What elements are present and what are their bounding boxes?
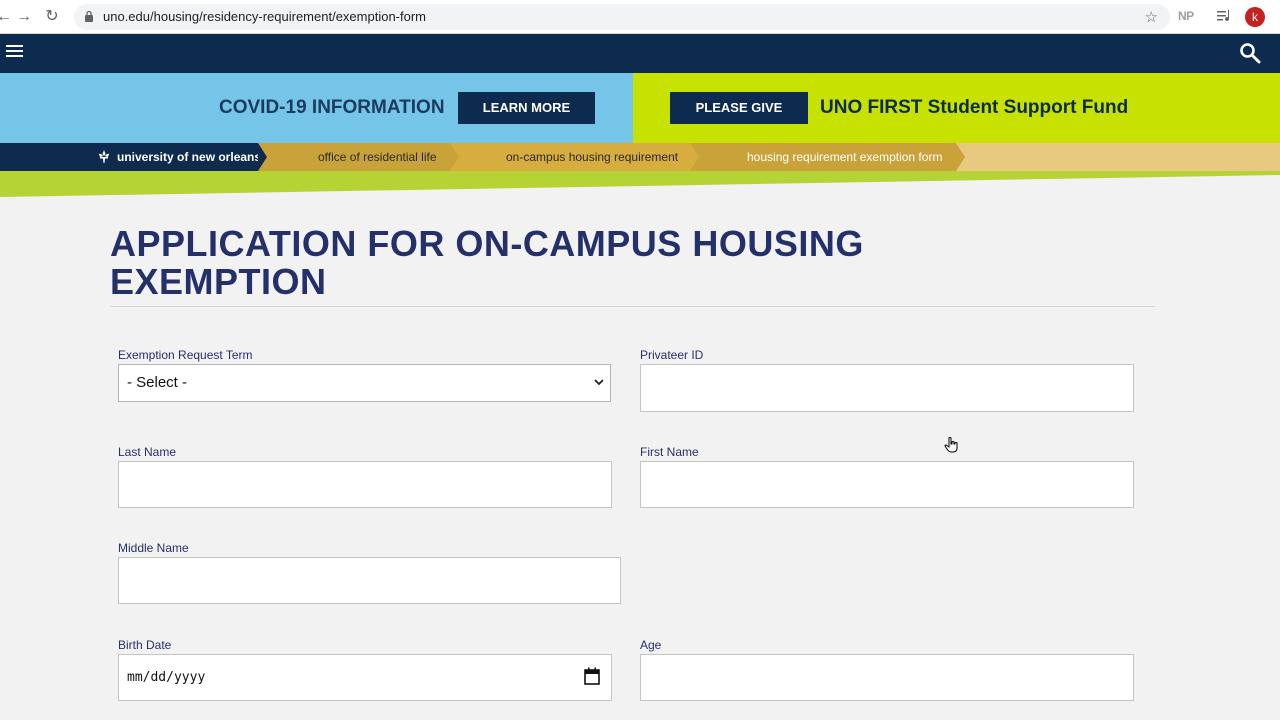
hamburger-icon[interactable] (6, 45, 23, 59)
breadcrumb-separator (956, 143, 965, 171)
page-title: APPLICATION FOR ON-CAMPUS HOUSING EXEMPT… (110, 223, 864, 302)
age-input[interactable] (640, 654, 1134, 701)
address-bar[interactable]: uno.edu/housing/residency-requirement/ex… (74, 4, 1170, 30)
age-label: Age (640, 638, 662, 652)
birth-date-label: Birth Date (118, 638, 172, 652)
title-divider (110, 306, 1155, 307)
fleur-de-lis-icon (99, 150, 109, 163)
site-header (0, 34, 1280, 73)
last-name-label: Last Name (118, 445, 177, 459)
calendar-icon[interactable] (584, 667, 600, 685)
breadcrumb-separator (258, 143, 267, 171)
chevron-down-icon (594, 379, 604, 386)
extension-np[interactable]: NP (1178, 9, 1194, 23)
breadcrumb-label: housing requirement exemption form (747, 150, 943, 164)
breadcrumb: university of new orleans office of resi… (0, 143, 1280, 171)
decorative-swoosh (0, 171, 1280, 197)
back-icon[interactable]: ← (0, 7, 14, 27)
media-list-icon[interactable] (1217, 9, 1233, 23)
url-text: uno.edu/housing/residency-requirement/ex… (103, 9, 427, 24)
breadcrumb-separator (690, 143, 699, 171)
privateer-id-input[interactable] (640, 364, 1134, 412)
breadcrumb-item-exemption-form[interactable]: housing requirement exemption form (690, 143, 956, 171)
birth-date-placeholder: mm/dd/yyyy (127, 670, 206, 685)
covid-heading: COVID-19 INFORMATION (219, 97, 445, 118)
lock-icon (85, 10, 93, 22)
fund-heading: UNO FIRST Student Support Fund (820, 97, 1129, 118)
privateer-id-label: Privateer ID (640, 348, 704, 362)
breadcrumb-item-residential-life[interactable]: office of residential life (258, 143, 450, 171)
hand-cursor-icon (944, 437, 958, 453)
breadcrumb-label: university of new orleans (117, 150, 262, 164)
breadcrumb-label: on-campus housing requirement (506, 150, 679, 164)
breadcrumb-separator (450, 143, 459, 171)
learn-more-button[interactable]: LEARN MORE (458, 92, 595, 124)
search-icon[interactable] (1239, 42, 1261, 64)
please-give-button[interactable]: PLEASE GIVE (670, 92, 808, 124)
birth-date-input[interactable]: mm/dd/yyyy (118, 654, 612, 701)
term-select-value: - Select - (127, 374, 188, 391)
last-name-input[interactable] (118, 461, 612, 508)
forward-icon[interactable]: → (14, 7, 34, 27)
browser-toolbar: ← → ↻ uno.edu/housing/residency-requirem… (0, 0, 1280, 34)
breadcrumb-item-housing-requirement[interactable]: on-campus housing requirement (450, 143, 690, 171)
middle-name-label: Middle Name (118, 541, 189, 555)
first-name-label: First Name (640, 445, 699, 459)
profile-avatar[interactable]: k (1245, 7, 1265, 27)
reload-icon[interactable]: ↻ (42, 7, 62, 27)
breadcrumb-label: office of residential life (318, 150, 437, 164)
first-name-input[interactable] (640, 461, 1134, 508)
star-icon[interactable]: ☆ (1145, 8, 1158, 26)
term-label: Exemption Request Term (118, 348, 253, 362)
breadcrumb-item-university[interactable]: university of new orleans (0, 143, 262, 171)
middle-name-input[interactable] (118, 557, 621, 604)
term-select[interactable]: - Select - (118, 364, 611, 402)
